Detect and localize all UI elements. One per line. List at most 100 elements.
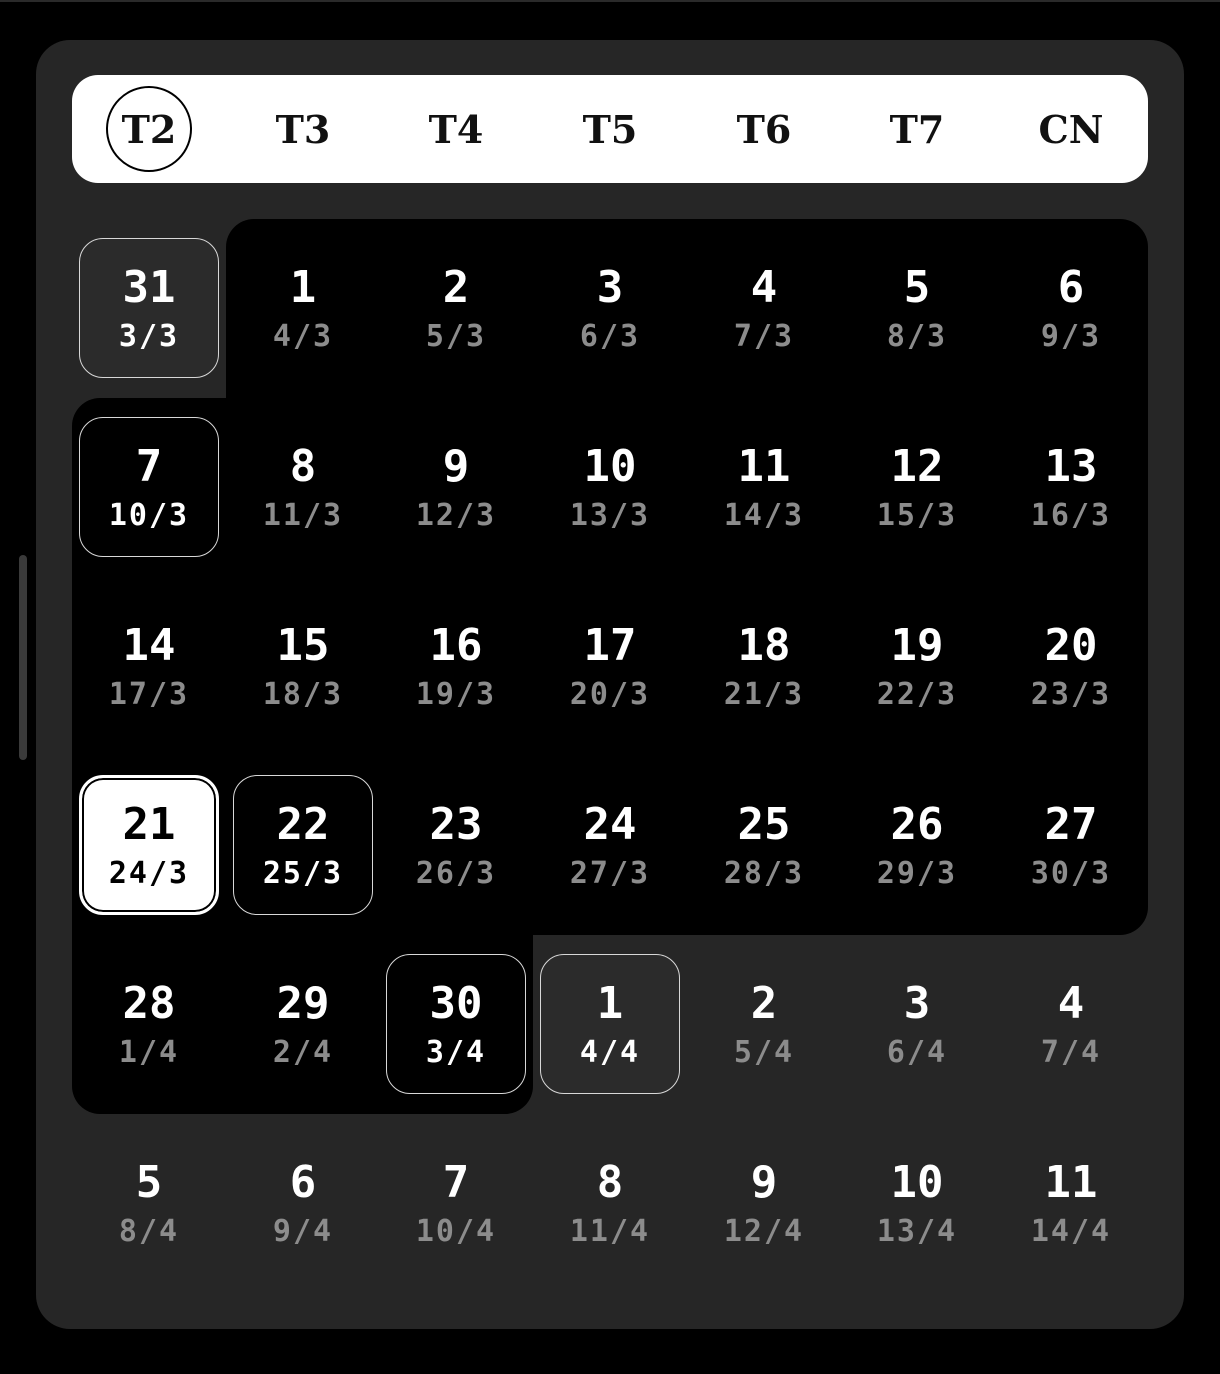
day-cell[interactable]: 31 3/3 — [72, 219, 226, 398]
lunar-date: 29/3 — [876, 855, 958, 891]
day-cell[interactable]: 16 19/3 — [379, 577, 533, 756]
lunar-date: 12/4 — [723, 1213, 805, 1249]
day-cell-content: 15 18/3 — [263, 623, 343, 710]
solar-day: 25 — [737, 798, 791, 850]
weekday-cn[interactable]: CN — [994, 75, 1148, 183]
day-cell[interactable]: 19 22/3 — [840, 577, 994, 756]
solar-day: 22 — [276, 798, 330, 850]
day-cell-content: 19 22/3 — [876, 623, 958, 712]
lunar-date: 27/3 — [569, 855, 651, 891]
day-cell[interactable]: 15 18/3 — [226, 577, 380, 756]
day-cell[interactable]: 2 5/4 — [687, 935, 841, 1114]
solar-day: 24 — [583, 798, 637, 850]
day-cell[interactable]: 11 14/3 — [687, 398, 841, 577]
day-cell-content: 10 13/3 — [570, 444, 650, 531]
solar-day: 3 — [903, 977, 931, 1029]
day-cell[interactable]: 30 3/4 — [379, 935, 533, 1114]
day-cell[interactable]: 21 24/3 — [72, 756, 226, 935]
day-cell-content: 12 15/3 — [876, 444, 958, 533]
solar-day: 20 — [1044, 619, 1098, 671]
solar-day: 23 — [429, 798, 483, 850]
day-cell[interactable]: 23 26/3 — [379, 756, 533, 935]
day-cell[interactable]: 4 7/4 — [994, 935, 1148, 1114]
solar-day: 13 — [1044, 440, 1098, 492]
day-cell-content: 2 5/3 — [426, 261, 486, 352]
solar-day: 27 — [1044, 798, 1098, 850]
solar-day: 11 — [1044, 1156, 1098, 1208]
solar-day: 31 — [122, 261, 176, 313]
lunar-date: 8/3 — [886, 318, 948, 354]
lunar-date: 16/3 — [1030, 497, 1112, 533]
day-cell[interactable]: 6 9/4 — [226, 1114, 380, 1293]
day-cell[interactable]: 25 28/3 — [687, 756, 841, 935]
lunar-date: 25/3 — [262, 855, 344, 891]
day-cell-content: 24 27/3 — [569, 798, 651, 891]
solar-day: 4 — [1057, 977, 1085, 1029]
day-cell[interactable]: 5 8/4 — [72, 1114, 226, 1293]
weekday-t6[interactable]: T6 — [687, 75, 841, 183]
day-cell[interactable]: 9 12/3 — [379, 398, 533, 577]
day-cell[interactable]: 7 10/3 — [72, 398, 226, 577]
weekday-t4[interactable]: T4 — [379, 75, 533, 183]
day-cell[interactable]: 18 21/3 — [687, 577, 841, 756]
day-cell-content: 31 3/3 — [118, 261, 180, 354]
day-cell[interactable]: 11 14/4 — [994, 1114, 1148, 1293]
lunar-date: 11/4 — [569, 1213, 651, 1249]
lunar-date: 15/3 — [876, 497, 958, 533]
solar-day: 16 — [429, 619, 483, 671]
day-cell[interactable]: 5 8/3 — [840, 219, 994, 398]
weekday-t7[interactable]: T7 — [840, 75, 994, 183]
day-cell[interactable]: 26 29/3 — [840, 756, 994, 935]
lunar-date: 3/4 — [425, 1034, 487, 1070]
day-cell[interactable]: 4 7/3 — [687, 219, 841, 398]
day-cell-content: 9 12/3 — [415, 440, 497, 533]
solar-day: 2 — [442, 261, 470, 313]
day-cell[interactable]: 17 20/3 — [533, 577, 687, 756]
lunar-date: 28/3 — [723, 855, 805, 891]
day-cell[interactable]: 2 5/3 — [379, 219, 533, 398]
lunar-date: 22/3 — [876, 676, 958, 712]
weekday-t3[interactable]: T3 — [226, 75, 380, 183]
day-cell[interactable]: 3 6/4 — [840, 935, 994, 1114]
day-cell[interactable]: 10 13/4 — [840, 1114, 994, 1293]
scrollbar-thumb[interactable] — [19, 555, 27, 760]
day-cell[interactable]: 9 12/4 — [687, 1114, 841, 1293]
solar-day: 29 — [276, 977, 330, 1029]
day-cell[interactable]: 28 1/4 — [72, 935, 226, 1114]
solar-day: 2 — [750, 977, 778, 1029]
day-cell[interactable]: 6 9/3 — [994, 219, 1148, 398]
lunar-date: 3/3 — [118, 318, 180, 354]
lunar-date: 19/3 — [415, 676, 497, 712]
day-cell[interactable]: 1 4/3 — [226, 219, 380, 398]
day-cell[interactable]: 24 27/3 — [533, 756, 687, 935]
day-cell-content: 1 4/3 — [273, 265, 333, 352]
lunar-date: 30/3 — [1030, 855, 1112, 891]
day-cell[interactable]: 12 15/3 — [840, 398, 994, 577]
day-cell-content: 9 12/4 — [723, 1160, 805, 1249]
day-cell[interactable]: 14 17/3 — [72, 577, 226, 756]
day-cell-content: 25 28/3 — [723, 798, 805, 891]
day-cell-content: 18 21/3 — [724, 623, 804, 710]
day-cell[interactable]: 8 11/4 — [533, 1114, 687, 1293]
day-cell[interactable]: 7 10/4 — [379, 1114, 533, 1293]
solar-day: 9 — [442, 440, 470, 492]
day-cell[interactable]: 1 4/4 — [533, 935, 687, 1114]
day-cell[interactable]: 8 11/3 — [226, 398, 380, 577]
solar-day: 3 — [596, 261, 624, 313]
day-cell[interactable]: 10 13/3 — [533, 398, 687, 577]
weekday-t5[interactable]: T5 — [533, 75, 687, 183]
weekday-t2[interactable]: T2 — [72, 75, 226, 183]
day-cell-content: 22 25/3 — [262, 798, 344, 891]
day-cell-content: 28 1/4 — [119, 981, 179, 1068]
day-cell[interactable]: 29 2/4 — [226, 935, 380, 1114]
solar-day: 4 — [750, 261, 778, 313]
day-cell[interactable]: 3 6/3 — [533, 219, 687, 398]
day-cell[interactable]: 20 23/3 — [994, 577, 1148, 756]
lunar-date: 10/4 — [415, 1213, 497, 1249]
day-cell[interactable]: 22 25/3 — [226, 756, 380, 935]
day-cell[interactable]: 27 30/3 — [994, 756, 1148, 935]
lunar-date: 8/4 — [118, 1213, 180, 1249]
day-cell[interactable]: 13 16/3 — [994, 398, 1148, 577]
lunar-date: 26/3 — [415, 855, 497, 891]
lunar-date: 12/3 — [415, 497, 497, 533]
